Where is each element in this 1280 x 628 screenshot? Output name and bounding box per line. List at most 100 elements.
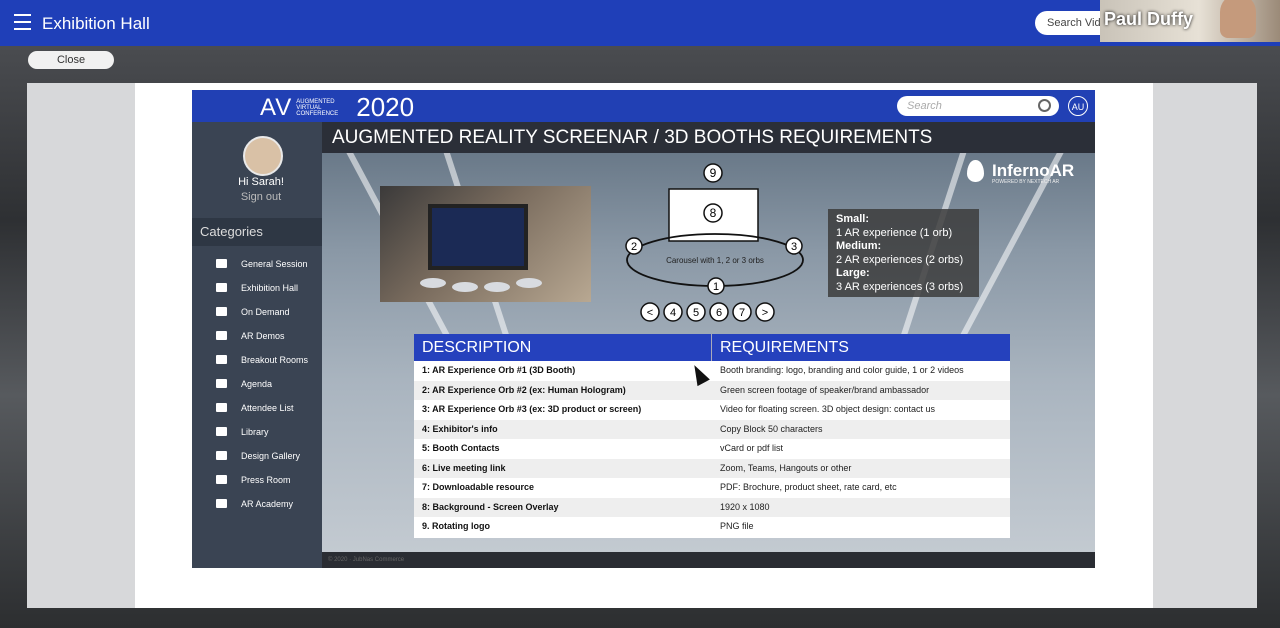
cell-requirement: PDF: Brochure, product sheet, rate card,… (720, 482, 897, 492)
legend-small-text: 1 AR experience (1 orb) (836, 226, 953, 239)
cell-requirement: Video for floating screen. 3D object des… (720, 404, 935, 414)
flame-icon (967, 160, 984, 182)
inner-search-placeholder: Search (907, 100, 942, 112)
legend-large-text: 3 AR experiences (3 orbs) (836, 280, 964, 293)
label-9: 9 (710, 166, 717, 180)
carousel-nav-label: 7 (739, 307, 745, 319)
sidebar-item[interactable]: On Demand (192, 300, 322, 324)
inner-header: AV AUGMENTED VIRTUAL CONFERENCE 2020 Sea… (192, 90, 1095, 122)
inferno-name: InfernoAR (992, 161, 1075, 180)
carousel-nav-label: 5 (693, 307, 699, 319)
sidebar-item-label: Design Gallery (241, 451, 301, 461)
table-row: 5: Booth Contacts vCard or pdf list (414, 439, 1010, 459)
graduation-cap-icon (216, 499, 227, 508)
webcam-overlay: Paul Duffy (1100, 0, 1280, 42)
carousel-nav-label: < (647, 307, 653, 319)
top-bar: Exhibition Hall Search Vid (0, 0, 1280, 46)
booth-icon (216, 283, 227, 292)
avatar (243, 136, 283, 176)
sidebar-item-label: Press Room (241, 475, 291, 485)
user-avatar[interactable]: AU (1068, 96, 1088, 116)
search-icon[interactable] (1038, 99, 1051, 112)
inner-search-input[interactable]: Search (897, 96, 1059, 116)
page-title: Exhibition Hall (42, 14, 150, 33)
label-1: 1 (713, 281, 719, 293)
sidebar-item[interactable]: Attendee List (192, 396, 322, 420)
label-3: 3 (791, 241, 797, 253)
sidebar-item-label: AR Demos (241, 331, 285, 341)
cell-description: 1: AR Experience Orb #1 (3D Booth) (422, 365, 576, 375)
calendar-icon (216, 379, 227, 388)
sidebar-item-label: General Session (241, 259, 308, 269)
cell-requirement: PNG file (720, 521, 754, 531)
webcam-name: Paul Duffy (1104, 9, 1194, 29)
cell-requirement: Zoom, Teams, Hangouts or other (720, 462, 852, 473)
sidebar-item-label: Agenda (241, 379, 273, 389)
group-icon (216, 355, 227, 364)
orb-plate (420, 278, 446, 288)
signout-link[interactable]: Sign out (192, 191, 330, 203)
header-description: DESCRIPTION (414, 334, 712, 361)
cell-description: 5: Booth Contacts (422, 443, 500, 453)
sidebar-item[interactable]: AR Academy (192, 492, 322, 516)
sidebar-item[interactable]: General Session (192, 252, 322, 276)
news-icon (216, 475, 227, 484)
stage-title: AUGMENTED REALITY SCREENAR / 3D BOOTHS R… (322, 122, 1095, 153)
inner-sidebar: Hi Sarah! Sign out Categories General Se… (192, 122, 322, 568)
size-legend: Small: 1 AR experience (1 orb) Medium: 2… (828, 209, 979, 297)
categories-heading: Categories (192, 218, 322, 246)
books-icon (216, 427, 227, 436)
table-row: 9. Rotating logo PNG file (414, 517, 1010, 537)
sidebar-item[interactable]: Breakout Rooms (192, 348, 322, 372)
close-button[interactable]: Close (28, 51, 114, 69)
cell-description: 7: Downloadable resource (422, 482, 535, 492)
cell-requirement: 1920 x 1080 (720, 501, 770, 512)
palette-icon (216, 451, 227, 460)
embedded-screenshot: AV AUGMENTED VIRTUAL CONFERENCE 2020 Sea… (192, 90, 1095, 568)
sidebar-item[interactable]: Press Room (192, 468, 322, 492)
cell-requirement: Booth branding: logo, branding and color… (720, 365, 964, 375)
inferno-sub: POWERED BY NEXTECH AR (992, 179, 1060, 185)
sidebar-item[interactable]: Design Gallery (192, 444, 322, 468)
sidebar-item[interactable]: AR Demos (192, 324, 322, 348)
table-row: 6: Live meeting link Zoom, Teams, Hangout… (414, 458, 1010, 478)
requirements-table: DESCRIPTION REQUIREMENTS 1: AR Experienc… (414, 334, 1010, 538)
carousel-nav: <4 5 6 7 > (640, 302, 775, 322)
logo-av: AV (260, 93, 293, 121)
greeting: Hi Sarah! (238, 176, 284, 188)
inner-footer: © 2020 · JubNas Commerce (322, 552, 1095, 568)
carousel-nav-label: 6 (716, 307, 722, 319)
carousel-nav-label: > (762, 307, 768, 319)
id-card-icon (216, 403, 227, 412)
sidebar-item-label: Exhibition Hall (241, 283, 299, 293)
sidebar-item-label: Breakout Rooms (241, 355, 309, 365)
orb-plate (484, 282, 510, 292)
webcam-person (1220, 0, 1256, 38)
carousel-caption: Carousel with 1, 2 or 3 orbs (666, 256, 764, 265)
cell-description: 2: AR Experience Orb #2 (ex: Human Holog… (422, 384, 626, 395)
label-8: 8 (710, 206, 717, 220)
table-header: DESCRIPTION REQUIREMENTS (414, 334, 1010, 361)
cell-description: 8: Background - Screen Overlay (422, 501, 559, 512)
laptop-image (428, 204, 528, 270)
cell-description: 6: Live meeting link (422, 462, 506, 473)
sidebar-item[interactable]: Exhibition Hall (192, 276, 322, 300)
cell-description: 4: Exhibitor's info (422, 423, 498, 434)
legend-small-label: Small: (836, 213, 870, 225)
headset-icon (216, 331, 227, 340)
carousel-diagram: 9 8 Carousel with 1, 2 or 3 orbs 2 3 1 <… (625, 163, 804, 322)
table-body: 1: AR Experience Orb #1 (3D Booth) Booth … (414, 361, 1010, 537)
legend-medium-text: 2 AR experiences (2 orbs) (836, 253, 964, 266)
sidebar-item[interactable]: Library (192, 420, 322, 444)
orb-plate (452, 282, 478, 292)
cell-description: 3: AR Experience Orb #3 (ex: 3D product … (422, 404, 642, 414)
logo-subtitle: AUGMENTED VIRTUAL CONFERENCE (296, 98, 339, 117)
screen-icon (216, 307, 227, 316)
sidebar-item[interactable]: Agenda (192, 372, 322, 396)
person-icon (216, 259, 227, 268)
table-row: 3: AR Experience Orb #3 (ex: 3D product … (414, 400, 1010, 420)
booth-photo (380, 186, 591, 302)
header-requirements: REQUIREMENTS (720, 339, 849, 356)
menu-icon[interactable] (14, 14, 31, 30)
carousel-nav-label: 4 (670, 307, 676, 319)
